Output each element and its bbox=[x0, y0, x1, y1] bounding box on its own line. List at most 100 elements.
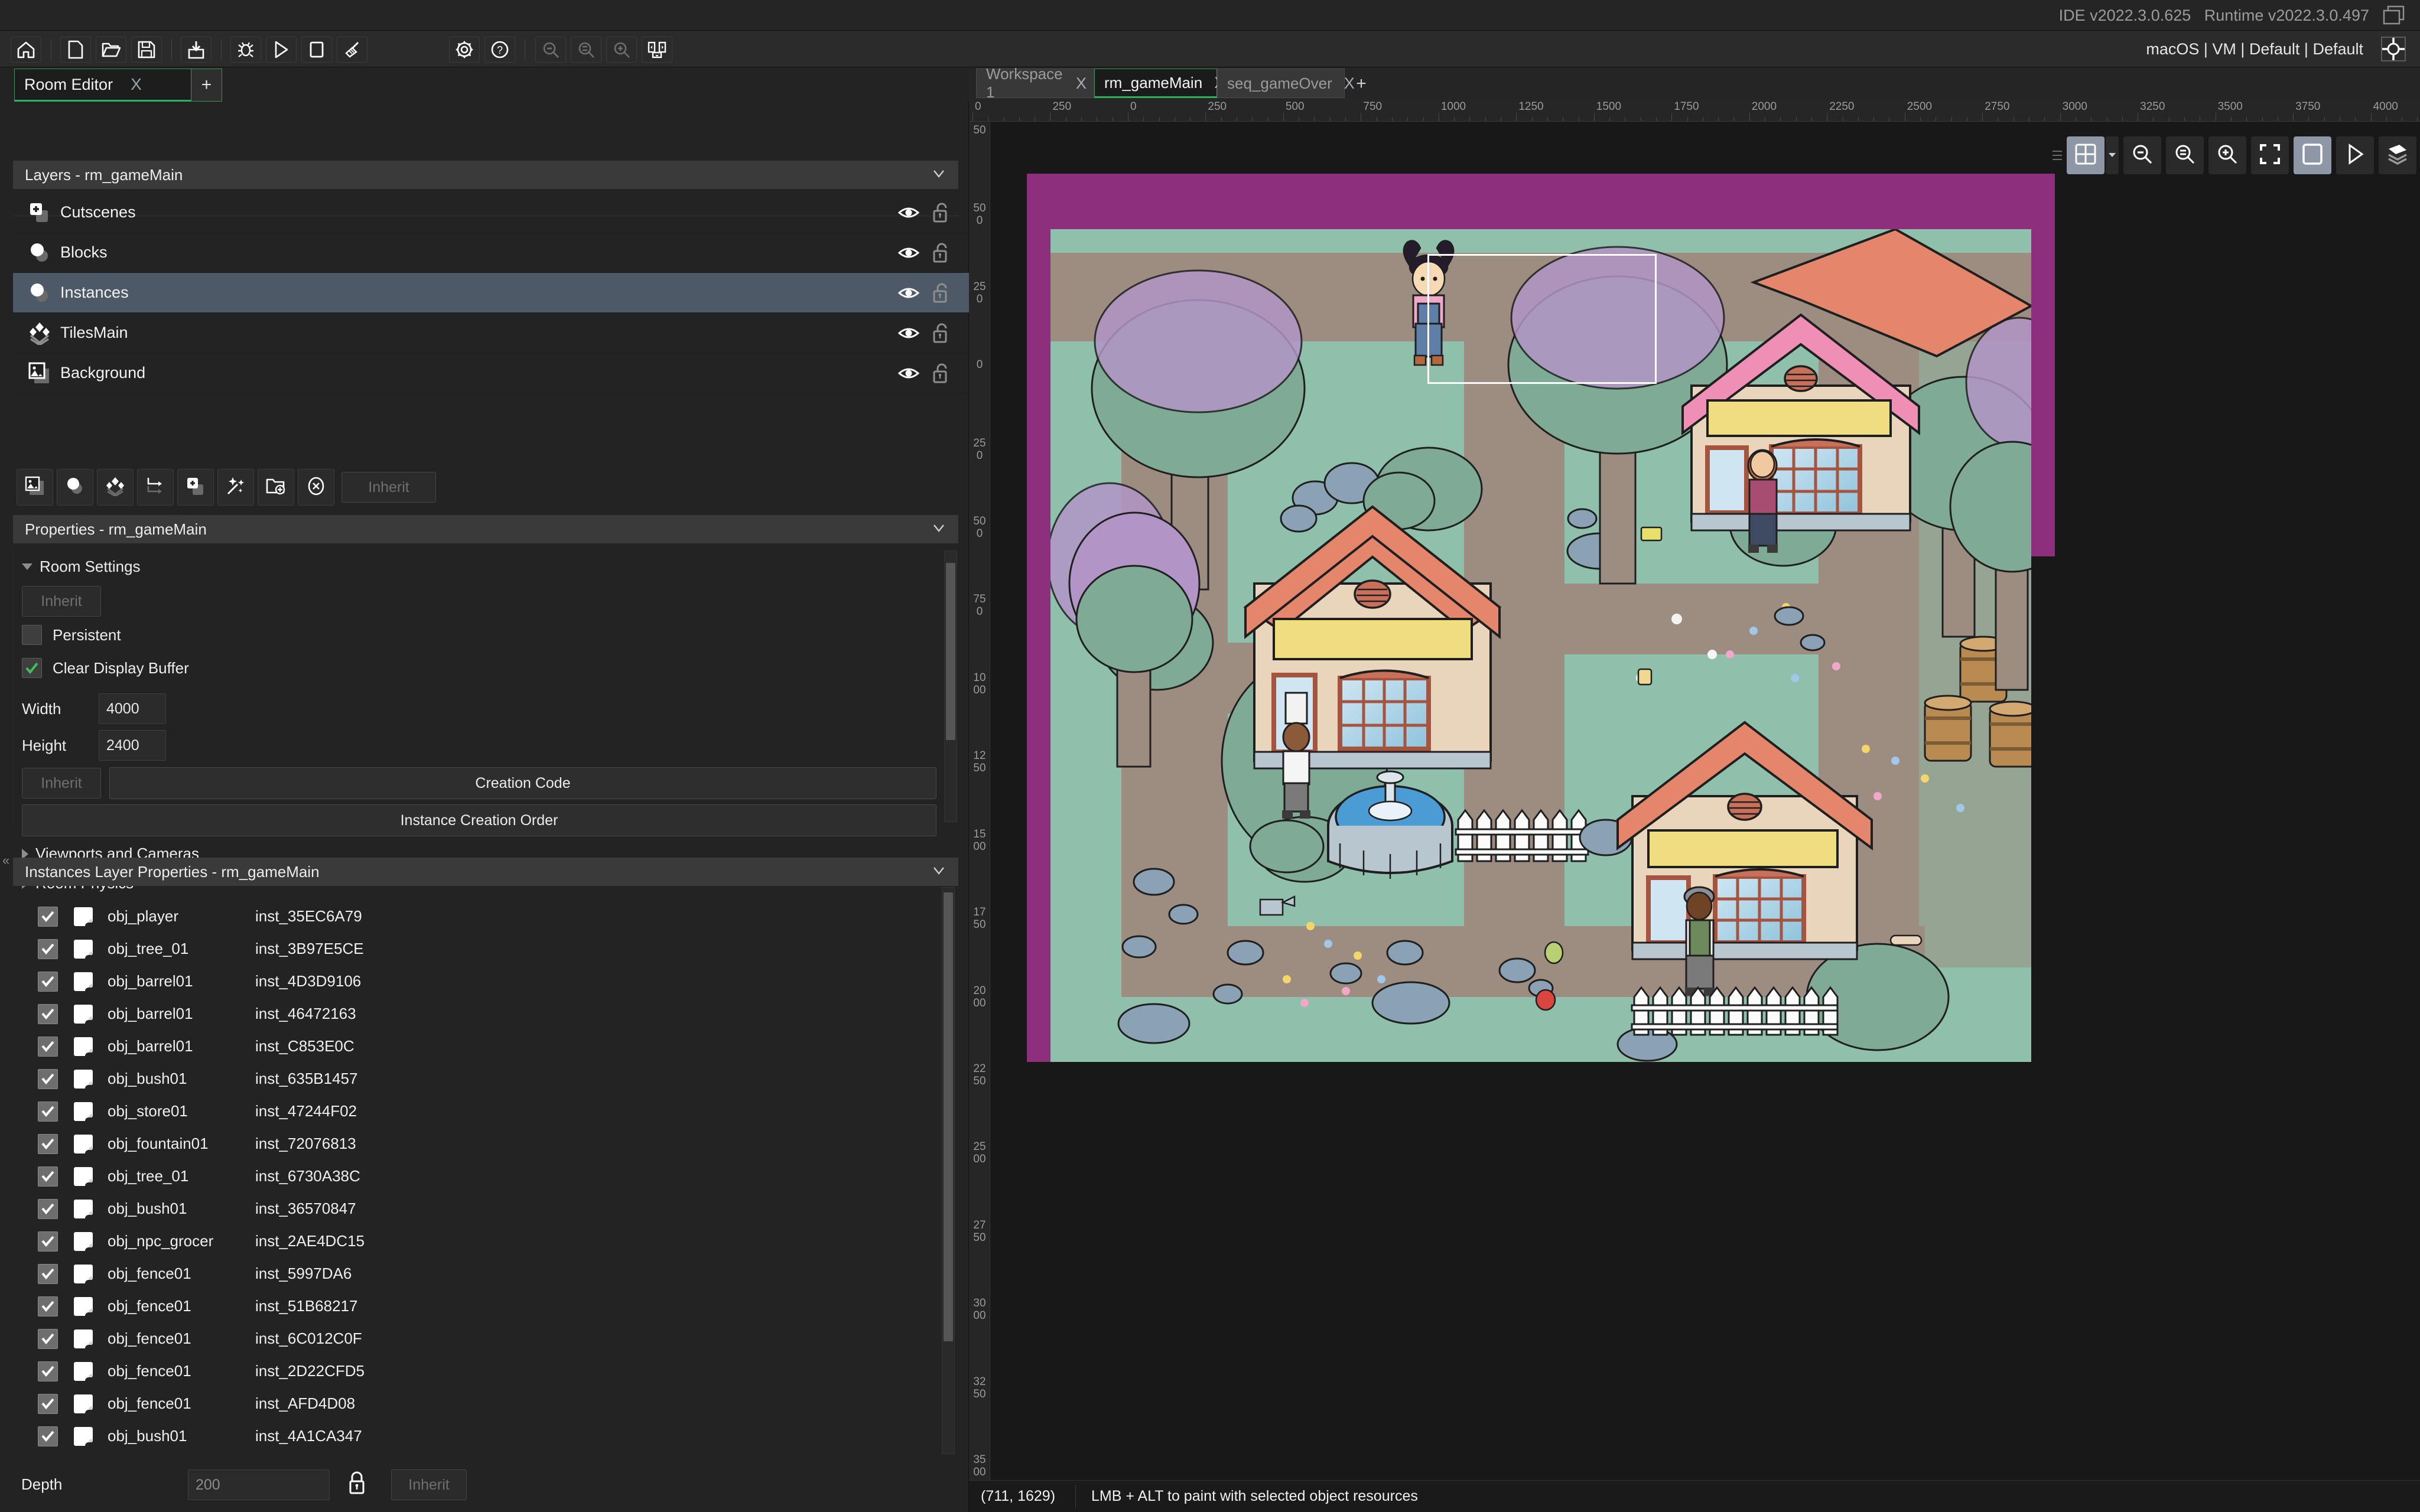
add-effect-layer-button[interactable] bbox=[217, 469, 254, 506]
panel-collapse-handle[interactable]: « bbox=[2, 853, 11, 876]
horizontal-ruler[interactable]: 0 250 0 250 500 750 1000 1250 1500 1750 2000 2250 25… bbox=[969, 98, 2420, 122]
preferences-button[interactable] bbox=[449, 37, 480, 63]
table-row[interactable]: obj_bush01 inst_4A1CA347 bbox=[13, 1420, 941, 1452]
workspace-tab-workspace-1[interactable]: Workspace 1 X bbox=[976, 65, 1094, 101]
save-button[interactable] bbox=[131, 37, 162, 63]
table-row[interactable]: obj_barrel01 inst_C853E0C bbox=[13, 1030, 941, 1063]
add-workspace-tab-button[interactable]: + bbox=[1349, 70, 1373, 98]
properties-scrollbar[interactable] bbox=[944, 550, 957, 822]
layer-row-instances[interactable]: Instances bbox=[13, 273, 969, 313]
instance-enabled-checkbox[interactable] bbox=[38, 906, 58, 927]
table-row[interactable]: obj_tree_01 inst_3B97E5CE bbox=[13, 933, 941, 965]
chevron-down-icon[interactable] bbox=[932, 864, 945, 877]
instance-enabled-checkbox[interactable] bbox=[38, 1068, 58, 1089]
table-row[interactable]: obj_store01 inst_47244F02 bbox=[13, 1095, 941, 1128]
instance-enabled-checkbox[interactable] bbox=[38, 1393, 58, 1414]
play-room-button[interactable] bbox=[2336, 136, 2374, 174]
fit-to-screen-button[interactable] bbox=[2251, 136, 2289, 174]
target-icon[interactable] bbox=[2380, 35, 2407, 63]
instance-enabled-checkbox[interactable] bbox=[38, 1426, 58, 1446]
zoom-in-button[interactable] bbox=[606, 37, 637, 63]
depth-inherit-button[interactable]: Inherit bbox=[391, 1469, 467, 1500]
instance-enabled-checkbox[interactable] bbox=[38, 1231, 58, 1252]
table-row[interactable]: obj_barrel01 inst_46472163 bbox=[13, 998, 941, 1030]
zoom-out-button[interactable] bbox=[2123, 136, 2161, 174]
layout-button[interactable] bbox=[642, 37, 672, 63]
instances-list[interactable]: obj_player inst_35EC6A79 obj_tree_01 inst_3… bbox=[13, 900, 941, 1455]
room-canvas[interactable] bbox=[990, 122, 2420, 1512]
table-row[interactable]: obj_fountain01 inst_72076813 bbox=[13, 1128, 941, 1160]
creation-code-inherit-button[interactable]: Inherit bbox=[22, 768, 101, 799]
persistent-checkbox[interactable] bbox=[22, 625, 42, 645]
table-row[interactable]: obj_player inst_35EC6A79 bbox=[13, 900, 941, 933]
zoom-in-button[interactable] bbox=[2208, 136, 2246, 174]
layer-visibility-icon[interactable] bbox=[897, 325, 920, 341]
chevron-down-icon[interactable] bbox=[932, 167, 945, 180]
table-row[interactable]: obj_fence01 inst_6C012C0F bbox=[13, 1322, 941, 1355]
instances-scrollbar[interactable] bbox=[942, 887, 955, 1454]
creation-code-button[interactable]: Creation Code bbox=[109, 767, 936, 799]
windows-icon[interactable] bbox=[2382, 5, 2408, 27]
room-settings-section[interactable]: Room Settings bbox=[22, 558, 141, 576]
chevron-down-icon[interactable] bbox=[932, 522, 945, 535]
layer-row-background[interactable]: Background bbox=[13, 353, 969, 393]
layer-visibility-icon[interactable] bbox=[897, 285, 920, 301]
layer-lock-icon[interactable] bbox=[932, 202, 950, 223]
layer-row-cutscenes[interactable]: Cutscenes bbox=[13, 193, 969, 233]
workspace-tab-rm-gamemain[interactable]: rm_gameMainX bbox=[1094, 69, 1225, 98]
instance-enabled-checkbox[interactable] bbox=[38, 1263, 58, 1284]
debug-button[interactable] bbox=[230, 37, 261, 63]
table-row[interactable]: obj_barrel01 inst_4D3D9106 bbox=[13, 965, 941, 998]
add-tile-layer-button[interactable] bbox=[97, 469, 134, 506]
layers-overlay-button[interactable] bbox=[2379, 136, 2416, 174]
show-viewport-button[interactable] bbox=[2294, 136, 2331, 174]
home-button[interactable] bbox=[11, 37, 41, 63]
run-button[interactable] bbox=[266, 37, 297, 63]
workspace-tab-seq-gameover[interactable]: seq_gameOver X bbox=[1217, 69, 1355, 98]
toolbar-drag-handle[interactable] bbox=[2053, 144, 2062, 167]
properties-panel-header[interactable]: Properties - rm_gameMain bbox=[13, 515, 958, 543]
import-button[interactable] bbox=[181, 37, 212, 63]
instance-enabled-checkbox[interactable] bbox=[38, 1361, 58, 1381]
layer-row-tilesmain[interactable]: TilesMain bbox=[13, 313, 969, 353]
table-row[interactable]: obj_fence01 inst_51B68217 bbox=[13, 1290, 941, 1322]
table-row[interactable]: obj_fence01 inst_2D22CFD5 bbox=[13, 1355, 941, 1387]
table-row[interactable]: obj_npc_grocer inst_2AE4DC15 bbox=[13, 1225, 941, 1257]
layer-visibility-icon[interactable] bbox=[897, 245, 920, 261]
instance-enabled-checkbox[interactable] bbox=[38, 1101, 58, 1122]
grid-dropdown-button[interactable] bbox=[2106, 136, 2119, 174]
zoom-out-button[interactable] bbox=[535, 37, 566, 63]
delete-layer-button[interactable] bbox=[298, 469, 334, 506]
depth-input[interactable]: 200 bbox=[188, 1469, 330, 1500]
layers-panel-header[interactable]: Layers - rm_gameMain bbox=[13, 161, 958, 189]
layer-lock-icon[interactable] bbox=[932, 363, 950, 384]
room-height-input[interactable]: 2400 bbox=[99, 730, 166, 761]
layer-lock-icon[interactable] bbox=[932, 282, 950, 304]
instance-enabled-checkbox[interactable] bbox=[38, 939, 58, 959]
help-button[interactable]: ? bbox=[484, 37, 515, 63]
instance-creation-order-button[interactable]: Instance Creation Order bbox=[22, 804, 936, 836]
table-row[interactable]: obj_bush01 inst_36570847 bbox=[13, 1192, 941, 1225]
layer-inherit-button[interactable]: Inherit bbox=[341, 472, 436, 503]
layer-visibility-icon[interactable] bbox=[897, 365, 920, 382]
table-row[interactable]: obj_fence01 inst_AFD4D08 bbox=[13, 1387, 941, 1420]
instance-enabled-checkbox[interactable] bbox=[38, 1133, 58, 1154]
add-asset-layer-button[interactable] bbox=[177, 469, 214, 506]
layer-lock-icon[interactable] bbox=[932, 242, 950, 263]
instance-enabled-checkbox[interactable] bbox=[38, 1036, 58, 1057]
table-row[interactable]: obj_fence01 inst_5997DA6 bbox=[13, 1257, 941, 1290]
build-target-label[interactable]: macOS | VM | Default | Default bbox=[2146, 31, 2363, 67]
clear-display-buffer-row[interactable]: Clear Display Buffer bbox=[22, 658, 189, 678]
add-folder-button[interactable] bbox=[258, 469, 294, 506]
instance-enabled-checkbox[interactable] bbox=[38, 971, 58, 992]
zoom-reset-button[interactable] bbox=[571, 37, 601, 63]
close-icon[interactable]: X bbox=[126, 75, 147, 94]
instance-enabled-checkbox[interactable] bbox=[38, 1003, 58, 1024]
layer-lock-icon[interactable] bbox=[932, 322, 950, 344]
layer-visibility-icon[interactable] bbox=[897, 204, 920, 221]
camera-viewport-outline[interactable] bbox=[1427, 254, 1657, 384]
lock-closed-icon[interactable] bbox=[347, 1469, 366, 1498]
table-row[interactable]: obj_tree_01 inst_6730A38C bbox=[13, 1160, 941, 1192]
clear-display-buffer-checkbox[interactable] bbox=[22, 658, 42, 678]
open-project-button[interactable] bbox=[96, 37, 126, 63]
